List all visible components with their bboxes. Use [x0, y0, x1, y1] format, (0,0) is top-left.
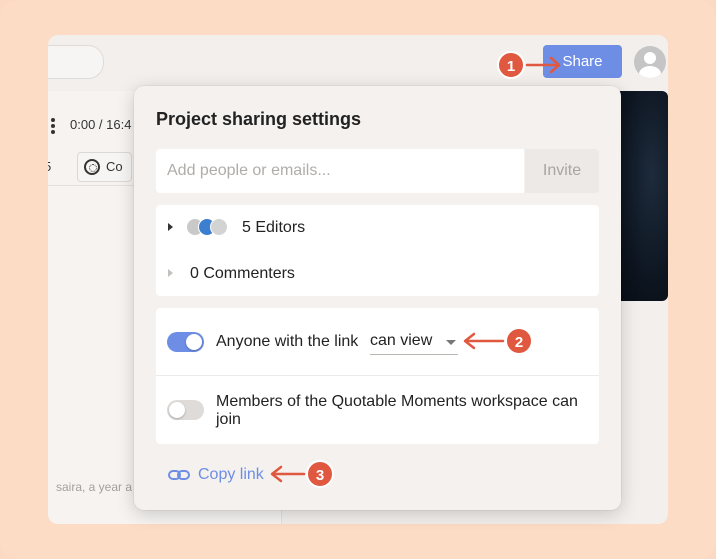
commenters-row[interactable]: 0 Commenters — [156, 251, 599, 295]
divider — [156, 375, 599, 376]
search-field[interactable] — [48, 45, 104, 79]
copy-link-label: Copy link — [198, 466, 264, 483]
video-preview[interactable] — [614, 91, 668, 301]
link-sharing-toggle[interactable] — [167, 332, 204, 352]
screenshot-frame: Share 0:00 / 16:4 5 Co saira, a year a P… — [0, 0, 716, 559]
link-icon — [168, 470, 190, 480]
dialog-title: Project sharing settings — [156, 109, 362, 129]
film-reel-icon — [84, 159, 100, 175]
annotation-badge-3: 3 — [306, 460, 334, 488]
commenters-label: 0 Commenters — [190, 265, 295, 282]
email-input[interactable] — [156, 149, 524, 193]
avatar-icon — [210, 218, 228, 236]
editors-label: 5 Editors — [242, 219, 306, 236]
members-card: 5 Editors 0 Commenters — [156, 205, 599, 296]
playback-time: 0:00 / 16:4 — [70, 117, 132, 132]
comments-button[interactable]: Co — [77, 152, 132, 182]
annotation-badge-1: 1 — [497, 51, 525, 79]
avatar-head-icon — [644, 52, 656, 64]
copy-link-button[interactable]: Copy link — [168, 465, 264, 485]
share-dialog: Project sharing settings Invite 5 Editor… — [134, 86, 621, 510]
invite-button[interactable]: Invite — [525, 149, 599, 193]
annotation-badge-2: 2 — [505, 327, 533, 355]
comment-count: 5 — [48, 159, 51, 174]
avatar-body-icon — [639, 66, 661, 78]
workspace-join-toggle[interactable] — [167, 400, 204, 420]
link-setting-label: Anyone with the link — [216, 333, 359, 350]
workspace-join-label: Members of the Quotable Moments workspac… — [216, 393, 578, 428]
chevron-down-icon — [446, 340, 456, 345]
editors-row[interactable]: 5 Editors — [156, 205, 599, 249]
comments-button-label: Co — [106, 159, 123, 174]
author-line: saira, a year a — [56, 480, 133, 494]
user-avatar[interactable] — [634, 46, 666, 78]
share-button[interactable]: Share — [543, 45, 622, 78]
more-options-icon[interactable] — [51, 118, 55, 136]
link-permission-value: can view — [370, 332, 433, 349]
link-settings-card: Anyone with the link can view Members of… — [156, 308, 599, 444]
editor-avatars — [186, 218, 236, 236]
link-permission-select[interactable]: can view — [370, 330, 458, 355]
expand-caret-icon[interactable] — [168, 223, 173, 231]
expand-caret-icon[interactable] — [168, 269, 173, 277]
